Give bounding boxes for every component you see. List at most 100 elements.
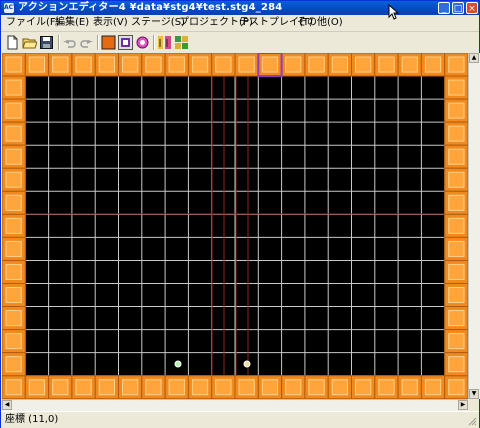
resize-grip-icon[interactable] xyxy=(467,416,477,426)
object-marker xyxy=(174,360,182,368)
block-tile-inner xyxy=(98,379,115,396)
stage-grid[interactable] xyxy=(2,53,468,399)
block-tile-inner xyxy=(5,217,22,234)
toolbar-separator xyxy=(97,35,99,50)
block-tile-inner xyxy=(355,379,372,396)
block-tile-inner xyxy=(285,56,302,73)
menu-file[interactable]: ファイル(F) xyxy=(6,17,60,29)
block-tile-inner xyxy=(261,379,279,396)
block-tile-inner xyxy=(448,79,465,96)
new-file-icon[interactable] xyxy=(5,35,20,50)
app-icon: ACT xyxy=(4,3,18,13)
block-tile-inner xyxy=(5,171,22,188)
mouse-pointer-icon xyxy=(388,4,400,20)
item-tool-icon[interactable] xyxy=(135,35,150,50)
block-tile-inner xyxy=(448,125,465,142)
block-tile-inner xyxy=(5,148,22,165)
block-tile-inner xyxy=(448,287,465,304)
block-tile-inner xyxy=(98,56,115,73)
maximize-button[interactable]: □ xyxy=(452,2,464,14)
block-tile-inner xyxy=(424,56,442,73)
block-tile-inner xyxy=(448,333,465,350)
vertical-scrollbar[interactable]: ▲ ▼ xyxy=(468,53,480,399)
block-tile-inner xyxy=(5,310,22,327)
block-tile-inner xyxy=(191,56,209,73)
block-tile-inner xyxy=(448,171,465,188)
block-tile-inner xyxy=(191,379,209,396)
menu-edit[interactable]: 編集(E) xyxy=(55,17,89,29)
block-tile-inner xyxy=(5,194,22,211)
block-tile-inner xyxy=(5,240,22,257)
block-tile-inner xyxy=(401,56,418,73)
minimize-button[interactable]: _ xyxy=(438,2,450,14)
status-bar: 座標 (11,0) xyxy=(1,411,479,428)
undo-icon[interactable] xyxy=(62,35,77,50)
grid-toggle-icon[interactable] xyxy=(174,35,189,50)
block-tool-icon[interactable] xyxy=(101,35,116,50)
coordinate-readout: 座標 (11,0) xyxy=(5,414,59,425)
block-tile-inner xyxy=(448,56,465,73)
block-tile-inner xyxy=(448,194,465,211)
block-tile-inner xyxy=(448,102,465,119)
menu-bar: ファイル(F) 編集(E) 表示(V) ステージ(S) プロジェクト(P) テス… xyxy=(1,15,479,32)
block-tile-inner xyxy=(448,217,465,234)
map-settings-icon[interactable] xyxy=(157,35,172,50)
block-tile-inner xyxy=(168,379,185,396)
block-tile-inner xyxy=(331,56,349,73)
block-tile-inner xyxy=(28,379,46,396)
block-tile-inner xyxy=(448,310,465,327)
scroll-up-arrow[interactable]: ▲ xyxy=(469,53,479,63)
block-tile-inner xyxy=(378,56,395,73)
block-tile-inner xyxy=(355,56,372,73)
block-tile-inner xyxy=(448,148,465,165)
enemy-tool-icon[interactable] xyxy=(118,35,133,50)
block-tile-inner xyxy=(308,379,325,396)
block-tile-inner xyxy=(5,379,22,396)
block-tile-inner xyxy=(448,356,465,373)
block-tile-inner xyxy=(5,125,22,142)
open-folder-icon[interactable] xyxy=(22,35,37,50)
scroll-down-arrow[interactable]: ▼ xyxy=(469,389,479,399)
editor-window: ACT アクションエディター4 ¥data¥stg4¥test.stg4_284… xyxy=(0,0,480,428)
block-tile-inner xyxy=(52,56,69,73)
menu-stage[interactable]: ステージ(S) xyxy=(131,17,185,29)
block-tile-inner xyxy=(5,102,22,119)
stage-canvas[interactable] xyxy=(2,53,468,399)
block-tile-inner xyxy=(215,56,232,73)
menu-view[interactable]: 表示(V) xyxy=(93,17,128,29)
block-tile-inner xyxy=(5,356,22,373)
block-tile-inner xyxy=(308,56,325,73)
block-tile-inner xyxy=(168,56,185,73)
block-tile-inner xyxy=(145,56,162,73)
block-tile-inner xyxy=(238,56,255,73)
block-tile-inner xyxy=(5,56,22,73)
block-tile-inner xyxy=(145,379,162,396)
title-bar[interactable]: ACT アクションエディター4 ¥data¥stg4¥test.stg4_284… xyxy=(1,1,479,15)
block-tile-inner xyxy=(378,379,395,396)
redo-icon[interactable] xyxy=(79,35,94,50)
save-disk-icon[interactable] xyxy=(39,35,54,50)
block-tile-inner xyxy=(215,379,232,396)
block-tile-inner xyxy=(424,379,442,396)
scroll-left-arrow[interactable]: ◀ xyxy=(2,400,12,410)
toolbar xyxy=(1,32,479,53)
block-tile-inner xyxy=(122,379,139,396)
block-tile-inner xyxy=(285,379,302,396)
object-marker xyxy=(243,360,251,368)
block-tile-inner xyxy=(75,56,92,73)
window-title: アクションエディター4 ¥data¥stg4¥test.stg4_284 xyxy=(18,2,283,13)
block-tile-inner xyxy=(448,379,465,396)
block-tile-inner xyxy=(448,240,465,257)
block-tile-inner xyxy=(5,287,22,304)
block-tile-inner xyxy=(122,56,139,73)
horizontal-scrollbar[interactable]: ◀ ▶ xyxy=(2,399,468,411)
close-button[interactable]: × xyxy=(466,2,478,14)
block-tile-inner xyxy=(401,379,418,396)
menu-other[interactable]: その他(O) xyxy=(297,17,343,29)
block-tile-inner xyxy=(261,56,279,73)
block-tile-inner xyxy=(448,263,465,280)
toolbar-separator xyxy=(58,35,60,50)
scroll-right-arrow[interactable]: ▶ xyxy=(458,400,468,410)
block-tile-inner xyxy=(75,379,92,396)
block-tile-inner xyxy=(238,379,255,396)
